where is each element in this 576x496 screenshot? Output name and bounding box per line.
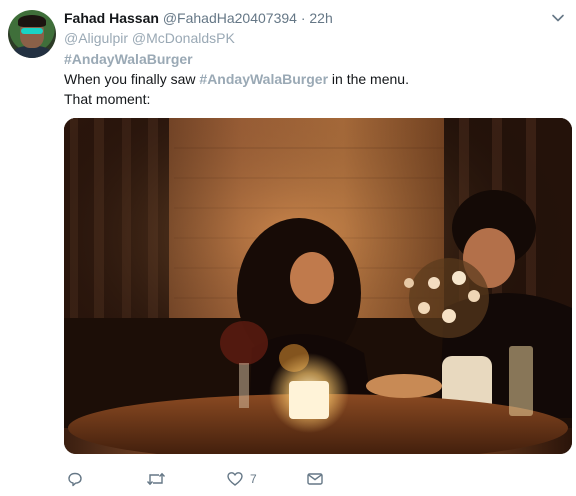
retweet-button[interactable] bbox=[146, 468, 166, 490]
tweet-actions: 7 bbox=[64, 468, 384, 490]
retweet-icon bbox=[146, 470, 166, 488]
tweet-photo[interactable] bbox=[64, 118, 572, 454]
heart-icon bbox=[226, 470, 244, 488]
hashtag-line: #AndayWalaBurger bbox=[64, 50, 193, 68]
tweet: Fahad Hassan @FahadHa20407394 · 22h @Ali… bbox=[0, 0, 576, 496]
tweet-timestamp[interactable]: 22h bbox=[309, 10, 332, 26]
reply-button[interactable] bbox=[66, 468, 84, 490]
tweet-text-part: When you finally saw bbox=[64, 71, 200, 87]
tweet-text-line: That moment: bbox=[64, 91, 151, 107]
author-handle[interactable]: @FahadHa20407394 bbox=[163, 10, 297, 26]
tweet-text: When you finally saw #AndayWalaBurger in… bbox=[64, 70, 409, 88]
reply-mentions: @Aligulpir @McDonaldsPK bbox=[64, 29, 235, 47]
direct-message-button[interactable] bbox=[306, 468, 324, 490]
tweet-text-part: in the menu. bbox=[328, 71, 409, 87]
author-avatar[interactable] bbox=[8, 10, 56, 58]
separator-dot: · bbox=[300, 10, 306, 26]
envelope-icon bbox=[306, 470, 324, 488]
like-count: 7 bbox=[250, 472, 257, 486]
reply-icon bbox=[66, 470, 84, 488]
mention-link[interactable]: @McDonaldsPK bbox=[132, 30, 235, 46]
author-name[interactable]: Fahad Hassan bbox=[64, 10, 159, 26]
mention-link[interactable]: @Aligulpir bbox=[64, 30, 128, 46]
tweet-header: Fahad Hassan @FahadHa20407394 · 22h bbox=[64, 9, 536, 27]
chevron-down-icon[interactable] bbox=[550, 10, 566, 26]
hashtag-link[interactable]: #AndayWalaBurger bbox=[199, 71, 328, 87]
hashtag-link[interactable]: #AndayWalaBurger bbox=[64, 51, 193, 67]
like-button[interactable]: 7 bbox=[226, 468, 257, 490]
